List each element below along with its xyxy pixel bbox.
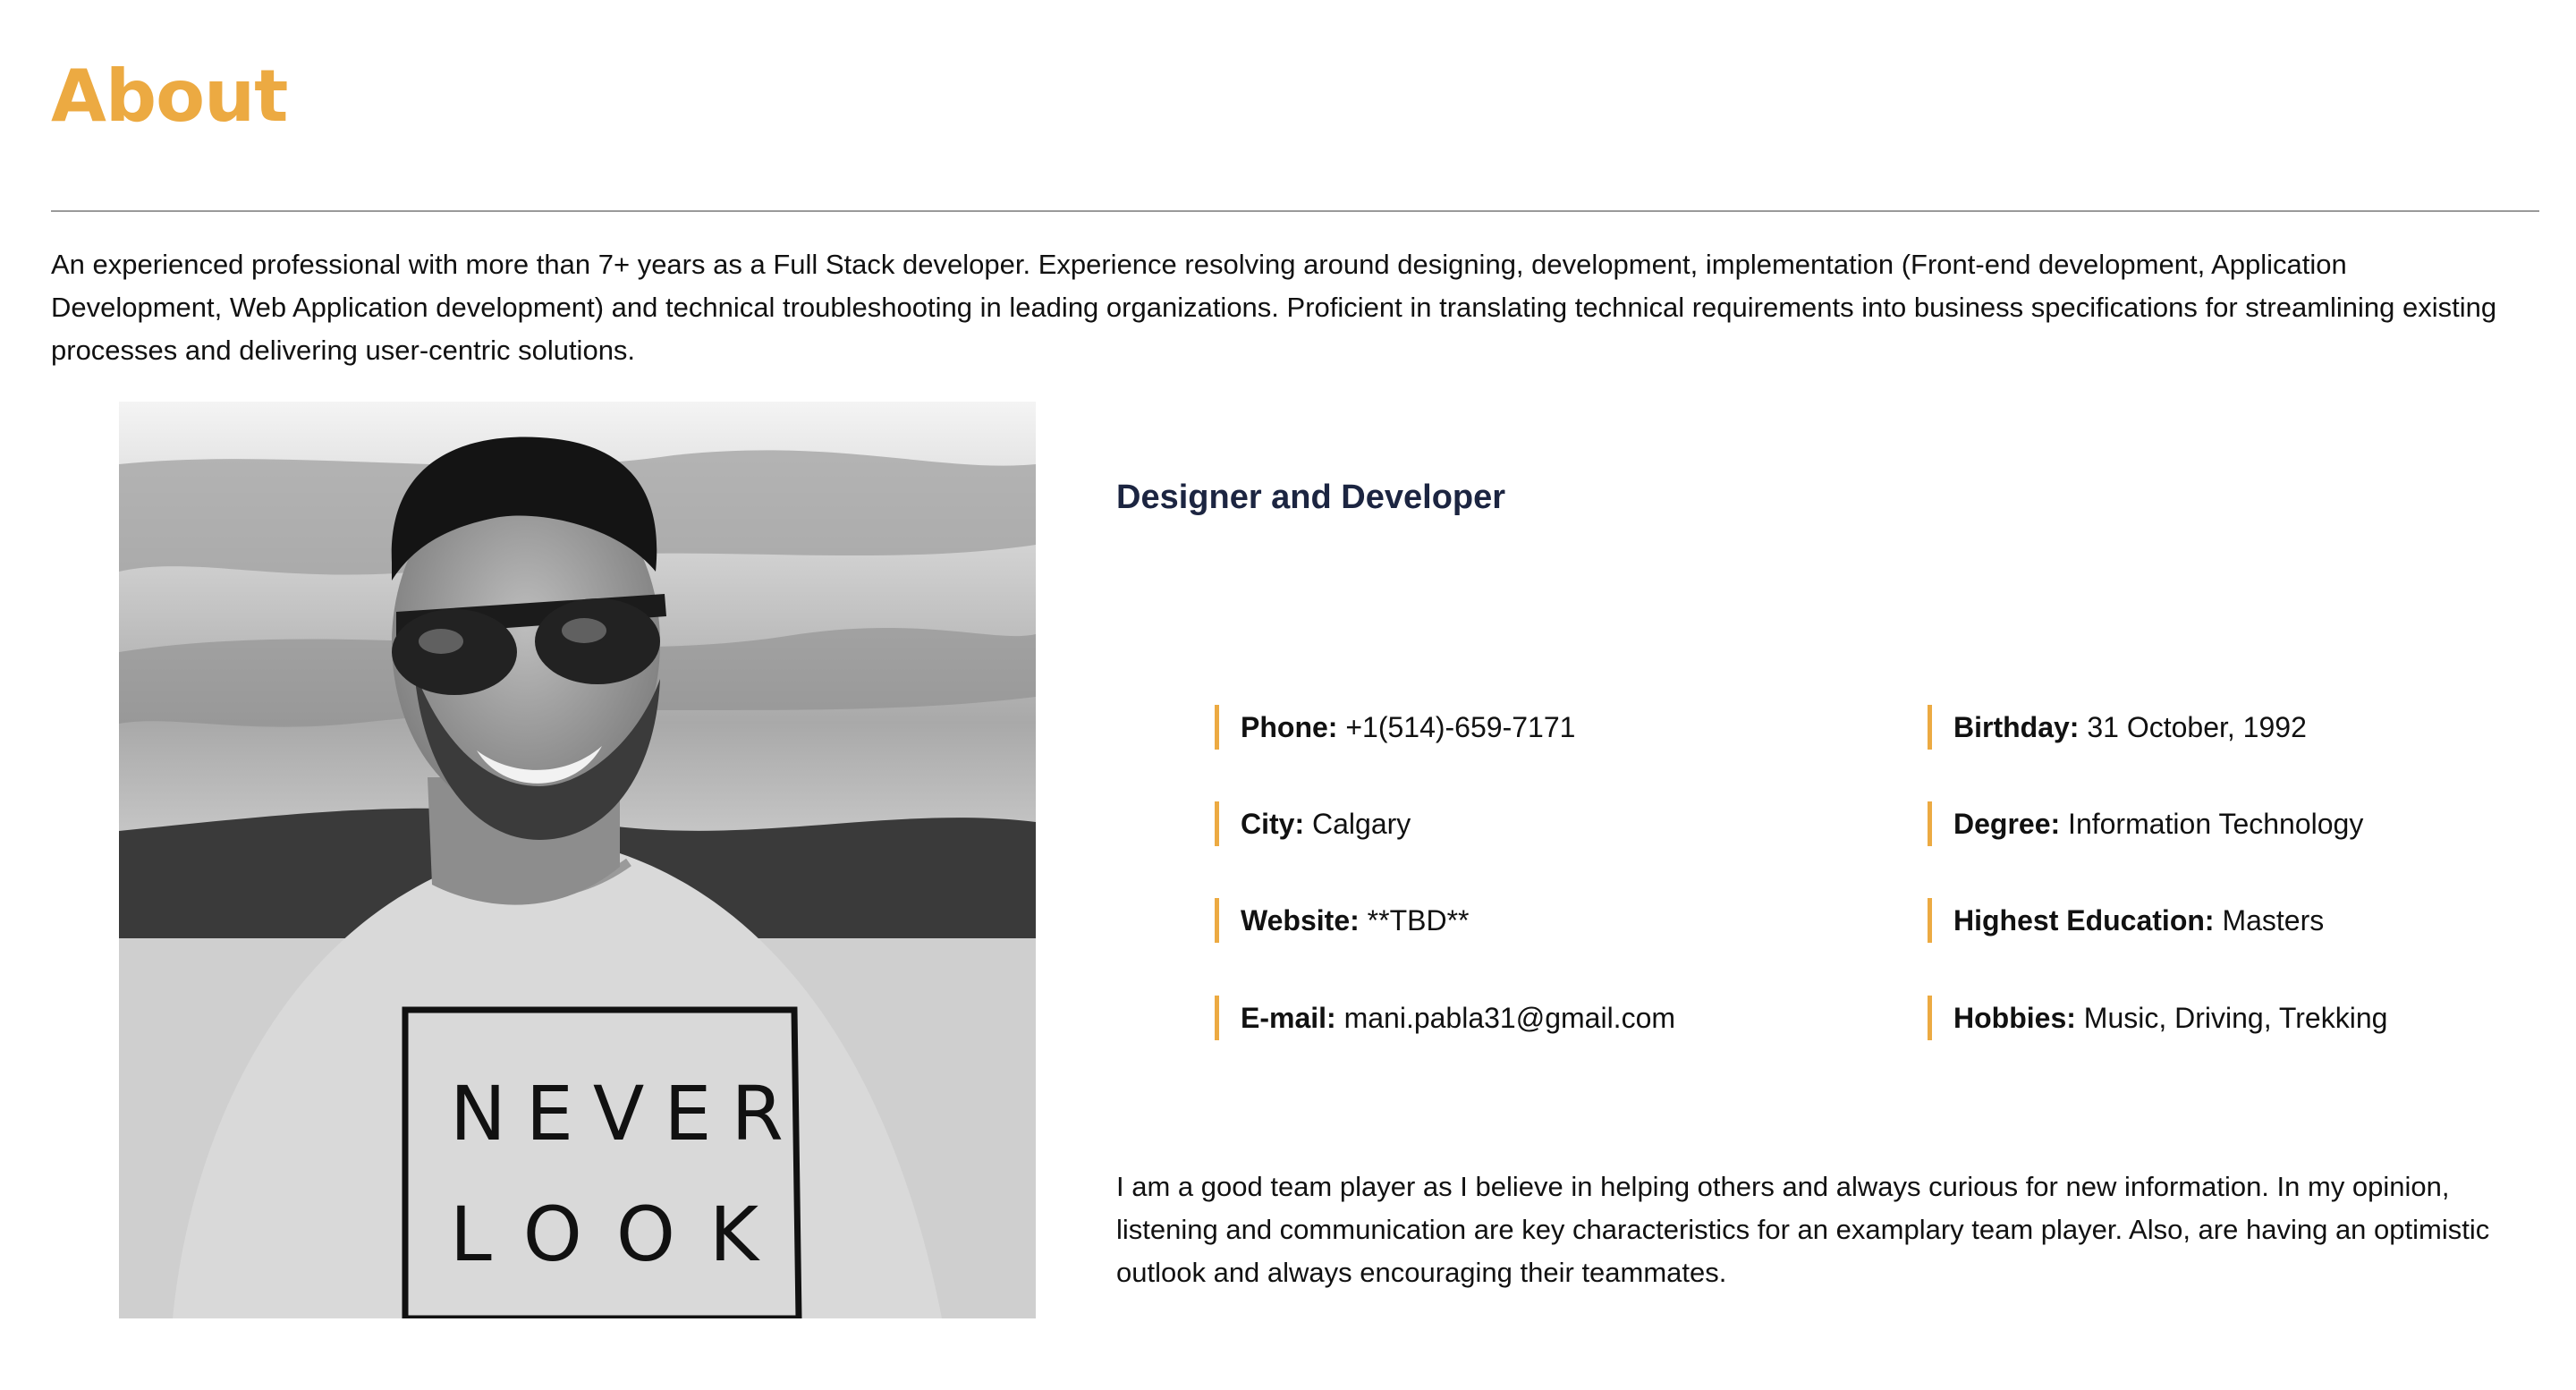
info-label: E-mail: bbox=[1241, 1002, 1336, 1034]
shirt-text-line2: LOOK bbox=[450, 1191, 792, 1278]
info-phone: Phone: +1(514)-659-7171 bbox=[1215, 705, 1575, 750]
info-highest-education: Highest Education: Masters bbox=[1928, 898, 2324, 943]
intro-paragraph: An experienced professional with more th… bbox=[51, 249, 2497, 366]
role-title: Designer and Developer bbox=[1116, 479, 1506, 516]
info-hobbies: Hobbies: Music, Driving, Trekking bbox=[1928, 996, 2387, 1040]
profile-photo: NEVER LOOK bbox=[119, 402, 1036, 1318]
info-value: Calgary bbox=[1312, 808, 1411, 840]
section-title: About bbox=[51, 55, 288, 138]
title-divider bbox=[51, 210, 2539, 212]
info-value: mani.pabla31@gmail.com bbox=[1343, 1002, 1676, 1034]
info-degree: Degree: Information Technology bbox=[1928, 801, 2363, 846]
info-value: +1(514)-659-7171 bbox=[1345, 711, 1576, 743]
info-label: Highest Education: bbox=[1953, 904, 2215, 937]
info-value: Music, Driving, Trekking bbox=[2083, 1002, 2388, 1034]
info-label: Hobbies: bbox=[1953, 1002, 2076, 1034]
info-value: 31 October, 1992 bbox=[2087, 711, 2307, 743]
info-label: Birthday: bbox=[1953, 711, 2080, 743]
info-value: **TBD** bbox=[1367, 904, 1470, 937]
shirt-text-line1: NEVER bbox=[450, 1070, 803, 1157]
info-label: Website: bbox=[1241, 904, 1360, 937]
info-value: Information Technology bbox=[2068, 808, 2364, 840]
info-label: City: bbox=[1241, 808, 1305, 840]
closing-paragraph: I am a good team player as I believe in … bbox=[1116, 1171, 2490, 1288]
info-city: City: Calgary bbox=[1215, 801, 1411, 846]
personal-info-list: Phone: +1(514)-659-7171 City: Calgary We… bbox=[1215, 705, 2485, 1045]
info-value: Masters bbox=[2222, 904, 2325, 937]
info-website: Website: **TBD** bbox=[1215, 898, 1469, 943]
info-email: E-mail: mani.pabla31@gmail.com bbox=[1215, 996, 1675, 1040]
info-label: Phone: bbox=[1241, 711, 1338, 743]
info-label: Degree: bbox=[1953, 808, 2061, 840]
about-section: About An experienced professional with m… bbox=[0, 0, 2576, 1390]
info-birthday: Birthday: 31 October, 1992 bbox=[1928, 705, 2307, 750]
profile-photo-illustration: NEVER LOOK bbox=[119, 402, 1036, 1318]
